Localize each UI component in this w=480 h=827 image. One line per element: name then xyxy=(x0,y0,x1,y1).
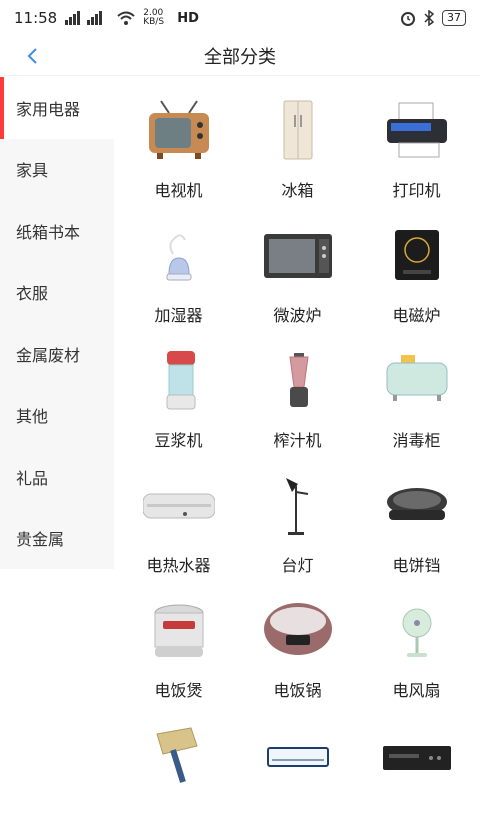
desk-lamp-icon xyxy=(285,478,308,535)
fan-icon xyxy=(402,608,431,657)
category-label: 电饭煲 xyxy=(154,681,203,700)
category-label: 电饼铛 xyxy=(392,556,441,575)
printer-icon xyxy=(386,102,447,158)
battery-indicator: 37 xyxy=(442,10,466,26)
category-label: 电磁炉 xyxy=(392,306,441,325)
rice-cooker-icon xyxy=(154,604,203,657)
tv-icon xyxy=(148,100,209,159)
category-label: 消毒柜 xyxy=(392,431,441,450)
category-label: 冰箱 xyxy=(281,181,314,200)
category-item-induction-cooker[interactable]: 电磁炉 xyxy=(358,202,475,327)
category-label: 豆浆机 xyxy=(154,431,203,450)
category-item-desk-lamp[interactable]: 台灯 xyxy=(239,452,356,577)
sterilizer-icon xyxy=(386,355,447,401)
category-item-fridge[interactable]: 冰箱 xyxy=(239,77,356,202)
category-label: 加湿器 xyxy=(154,306,203,325)
category-item-juicer[interactable]: 榨汁机 xyxy=(239,327,356,452)
category-label: 打印机 xyxy=(392,181,441,200)
microwave-icon xyxy=(263,234,332,278)
sidebar-item-label: 其他 xyxy=(16,407,49,427)
water-heater-icon xyxy=(142,493,215,519)
category-sidebar: 家用电器 家具 纸箱书本 衣服 金属废材 其他 礼品 贵金属 xyxy=(0,77,114,569)
category-label: 电风扇 xyxy=(392,681,441,700)
battery-level: 37 xyxy=(447,11,461,24)
sidebar-item-home-appliances[interactable]: 家用电器 xyxy=(0,77,114,139)
category-item-microwave[interactable]: 微波炉 xyxy=(239,202,356,327)
sidebar-item-cartons-books[interactable]: 纸箱书本 xyxy=(0,200,114,262)
page-title: 全部分类 xyxy=(204,46,276,68)
category-item-electric-griddle[interactable]: 电饼铛 xyxy=(358,452,475,577)
category-item-tv[interactable]: 电视机 xyxy=(120,77,237,202)
category-item-dvd-player[interactable] xyxy=(358,702,475,827)
sidebar-item-label: 贵金属 xyxy=(16,530,65,550)
bluetooth-icon xyxy=(424,10,434,26)
wifi-icon xyxy=(117,11,135,25)
status-time: 11:58 xyxy=(14,9,58,27)
juicer-icon xyxy=(288,353,309,407)
category-item-rice-cooker[interactable]: 电饭煲 xyxy=(120,577,237,702)
category-label: 电饭锅 xyxy=(273,681,322,700)
sidebar-item-furniture[interactable]: 家具 xyxy=(0,139,114,201)
category-item-water-heater[interactable]: 电热水器 xyxy=(120,452,237,577)
category-item-fan[interactable]: 电风扇 xyxy=(358,577,475,702)
sidebar-item-precious-metals[interactable]: 贵金属 xyxy=(0,508,114,570)
rice-pot-icon xyxy=(263,603,332,655)
humidifier-icon xyxy=(166,234,191,281)
category-item-hair-dryer[interactable] xyxy=(120,702,237,827)
category-label: 台灯 xyxy=(281,556,314,575)
sidebar-item-label: 家具 xyxy=(16,161,49,181)
network-speed: 2.00 KB/S xyxy=(143,8,165,27)
status-bar: 11:58 2.00 KB/S HD 37 xyxy=(0,0,480,36)
sidebar-item-label: 纸箱书本 xyxy=(16,222,81,242)
category-label: 电视机 xyxy=(154,181,203,200)
hair-dryer-icon xyxy=(155,727,198,783)
category-label: 微波炉 xyxy=(273,306,322,325)
chevron-left-icon xyxy=(27,48,37,64)
sidebar-item-label: 衣服 xyxy=(16,284,49,304)
dvd-player-icon xyxy=(382,746,451,770)
sidebar-item-clothes[interactable]: 衣服 xyxy=(0,262,114,324)
category-item-soymilk-maker[interactable]: 豆浆机 xyxy=(120,327,237,452)
category-label: 电热水器 xyxy=(146,556,211,575)
category-item-humidifier[interactable]: 加湿器 xyxy=(120,202,237,327)
fridge-icon xyxy=(283,100,312,160)
soymilk-maker-icon xyxy=(166,351,195,410)
sidebar-item-scrap-metal[interactable]: 金属废材 xyxy=(0,323,114,385)
sidebar-item-gifts[interactable]: 礼品 xyxy=(0,446,114,508)
hd-label: HD xyxy=(177,10,199,26)
category-grid: 电视机 冰箱 打印机 加湿器 微波炉 电磁炉 豆浆机 榨汁机 消毒柜 电热水器 … xyxy=(120,77,480,827)
nav-bar: 全部分类 xyxy=(0,36,480,76)
alarm-icon xyxy=(401,12,415,26)
sidebar-item-label: 家用电器 xyxy=(16,99,81,119)
air-conditioner-icon xyxy=(266,747,329,767)
induction-cooker-icon xyxy=(394,230,439,280)
sidebar-item-label: 金属废材 xyxy=(16,345,81,365)
back-button[interactable] xyxy=(18,42,46,70)
sidebar-item-other[interactable]: 其他 xyxy=(0,385,114,447)
category-item-printer[interactable]: 打印机 xyxy=(358,77,475,202)
category-item-sterilizer[interactable]: 消毒柜 xyxy=(358,327,475,452)
category-item-air-conditioner[interactable] xyxy=(239,702,356,827)
category-label: 榨汁机 xyxy=(273,431,322,450)
sidebar-item-label: 礼品 xyxy=(16,468,49,488)
signal-icon xyxy=(65,11,103,25)
electric-griddle-icon xyxy=(386,488,447,520)
category-item-rice-pot[interactable]: 电饭锅 xyxy=(239,577,356,702)
